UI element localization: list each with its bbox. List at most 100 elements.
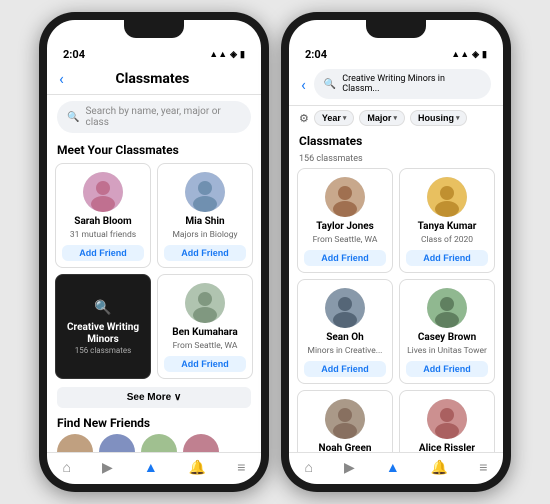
- card-ben-sub: From Seattle, WA: [173, 341, 238, 351]
- left-section-title: Meet Your Classmates: [47, 139, 261, 163]
- avatar-taylor: [325, 177, 365, 217]
- filter-major-chevron: ▾: [393, 114, 397, 122]
- card-ben-name: Ben Kumahara: [172, 327, 238, 339]
- add-friend-sarah-button[interactable]: Add Friend: [62, 245, 144, 261]
- phones-container: 2:04 ▲▲ ◈ ▮ ‹ Classmates 🔍 Search by nam…: [29, 2, 521, 502]
- add-friend-mia-button[interactable]: Add Friend: [164, 245, 246, 261]
- add-friend-sean-button[interactable]: Add Friend: [304, 361, 386, 377]
- nav-friends-icon[interactable]: ▲: [144, 459, 158, 476]
- card-creative-writing[interactable]: 🔍 Creative Writing Minors 156 classmates: [55, 274, 151, 379]
- battery-icon: ▮: [240, 50, 245, 60]
- right-classmates-count: 156 classmates: [289, 154, 503, 168]
- signal-icon: ▲▲: [209, 49, 227, 60]
- friend-chip-2: [99, 434, 135, 452]
- r-nav-friends-icon[interactable]: ▲: [386, 459, 400, 476]
- filter-major-label: Major: [367, 113, 391, 123]
- left-header-title: Classmates: [72, 71, 233, 87]
- wifi-icon: ◈: [230, 50, 237, 60]
- left-phone: 2:04 ▲▲ ◈ ▮ ‹ Classmates 🔍 Search by nam…: [39, 12, 269, 492]
- add-friend-tanya-button[interactable]: Add Friend: [406, 250, 488, 266]
- right-section-title: Classmates: [289, 130, 503, 154]
- left-status-icons: ▲▲ ◈ ▮: [209, 49, 245, 60]
- filter-year-chevron: ▾: [343, 114, 347, 122]
- avatar-noah-img: [325, 399, 365, 439]
- card-creative-sub: 156 classmates: [75, 346, 132, 355]
- avatar-ben-img: [185, 283, 225, 323]
- card-taylor-jones: Taylor Jones From Seattle, WA Add Friend: [297, 168, 393, 273]
- avatar-mia-img: [185, 172, 225, 212]
- r-wifi-icon: ◈: [472, 50, 479, 60]
- card-casey-name: Casey Brown: [418, 332, 476, 344]
- friend-chip-3: [141, 434, 177, 452]
- avatar-casey: [427, 288, 467, 328]
- filter-settings-icon: ⚙: [299, 112, 309, 125]
- card-noah-name: Noah Green: [319, 443, 372, 452]
- card-alice-rissler: Alice Rissler: [399, 390, 495, 452]
- r-nav-home-icon[interactable]: ⌂: [305, 459, 313, 476]
- r-nav-menu-icon[interactable]: ≡: [479, 459, 487, 476]
- right-back-button[interactable]: ‹: [301, 75, 306, 94]
- left-search-icon: 🔍: [67, 112, 79, 123]
- filter-housing-button[interactable]: Housing ▾: [410, 110, 468, 126]
- right-phone: 2:04 ▲▲ ◈ ▮ ‹ 🔍 Creative Writing Minors …: [281, 12, 511, 492]
- avatar-casey-img: [427, 288, 467, 328]
- see-more-button[interactable]: See More ∨: [57, 387, 251, 408]
- filter-housing-chevron: ▾: [456, 114, 460, 122]
- right-phone-screen: 2:04 ▲▲ ◈ ▮ ‹ 🔍 Creative Writing Minors …: [289, 20, 503, 484]
- nav-notifications-icon[interactable]: 🔔: [189, 460, 206, 476]
- card-mia-shin: Mia Shin Majors in Biology Add Friend: [157, 163, 253, 268]
- card-casey-sub: Lives in Unitas Tower: [407, 346, 487, 356]
- avatar-ben: [185, 283, 225, 323]
- search-icon-dark: 🔍: [94, 300, 111, 316]
- r-signal-icon: ▲▲: [451, 49, 469, 60]
- find-friends-title: Find New Friends: [47, 412, 261, 434]
- card-creative-title: Creative Writing Minors: [62, 322, 144, 346]
- r-nav-video-icon[interactable]: ▶: [344, 460, 355, 476]
- avatar-tanya: [427, 177, 467, 217]
- friend-chip-1: [57, 434, 93, 452]
- card-casey-brown: Casey Brown Lives in Unitas Tower Add Fr…: [399, 279, 495, 384]
- avatar-mia: [185, 172, 225, 212]
- card-tanya-sub: Class of 2020: [421, 235, 473, 245]
- nav-home-icon[interactable]: ⌂: [63, 459, 71, 476]
- left-cards-grid: Sarah Bloom 31 mutual friends Add Friend…: [47, 163, 261, 379]
- filter-year-button[interactable]: Year ▾: [314, 110, 355, 126]
- avatar-alice: [427, 399, 467, 439]
- card-mia-name: Mia Shin: [185, 216, 224, 228]
- left-back-button[interactable]: ‹: [59, 69, 64, 88]
- left-bottom-nav: ⌂ ▶ ▲ 🔔 ≡: [47, 452, 261, 484]
- right-status-bar: 2:04 ▲▲ ◈ ▮: [289, 20, 503, 65]
- right-search-icon: 🔍: [324, 79, 336, 90]
- left-time: 2:04: [63, 48, 85, 61]
- card-mia-sub: Majors in Biology: [172, 230, 237, 240]
- avatar-noah: [325, 399, 365, 439]
- card-sarah-sub: 31 mutual friends: [70, 230, 136, 240]
- friends-strip: [47, 434, 261, 452]
- friend-chip-4: [183, 434, 219, 452]
- avatar-sean-img: [325, 288, 365, 328]
- card-taylor-sub: From Seattle, WA: [313, 235, 378, 245]
- card-sean-sub: Minors in Creative...: [308, 346, 383, 356]
- card-sarah-name: Sarah Bloom: [74, 216, 131, 228]
- left-header: ‹ Classmates: [47, 65, 261, 95]
- add-friend-casey-button[interactable]: Add Friend: [406, 361, 488, 377]
- left-search-bar[interactable]: 🔍 Search by name, year, major or class: [57, 101, 251, 133]
- add-friend-taylor-button[interactable]: Add Friend: [304, 250, 386, 266]
- r-nav-notifications-icon[interactable]: 🔔: [431, 460, 448, 476]
- card-sarah-bloom: Sarah Bloom 31 mutual friends Add Friend: [55, 163, 151, 268]
- right-search-text: Creative Writing Minors in Classm...: [342, 74, 481, 94]
- add-friend-ben-button[interactable]: Add Friend: [164, 356, 246, 372]
- filter-housing-label: Housing: [418, 113, 454, 123]
- card-ben-kumahara: Ben Kumahara From Seattle, WA Add Friend: [157, 274, 253, 379]
- right-search-bar-active[interactable]: 🔍 Creative Writing Minors in Classm...: [314, 69, 491, 99]
- filter-major-button[interactable]: Major ▾: [359, 110, 405, 126]
- nav-menu-icon[interactable]: ≡: [237, 459, 245, 476]
- card-sean-name: Sean Oh: [326, 332, 364, 344]
- right-cards-grid: Taylor Jones From Seattle, WA Add Friend…: [289, 168, 503, 452]
- right-header: ‹ 🔍 Creative Writing Minors in Classm...: [289, 65, 503, 106]
- r-battery-icon: ▮: [482, 50, 487, 60]
- right-filters-row: ⚙ Year ▾ Major ▾ Housing ▾: [289, 106, 503, 130]
- right-bottom-nav: ⌂ ▶ ▲ 🔔 ≡: [289, 452, 503, 484]
- card-tanya-name: Tanya Kumar: [418, 221, 477, 233]
- nav-video-icon[interactable]: ▶: [102, 460, 113, 476]
